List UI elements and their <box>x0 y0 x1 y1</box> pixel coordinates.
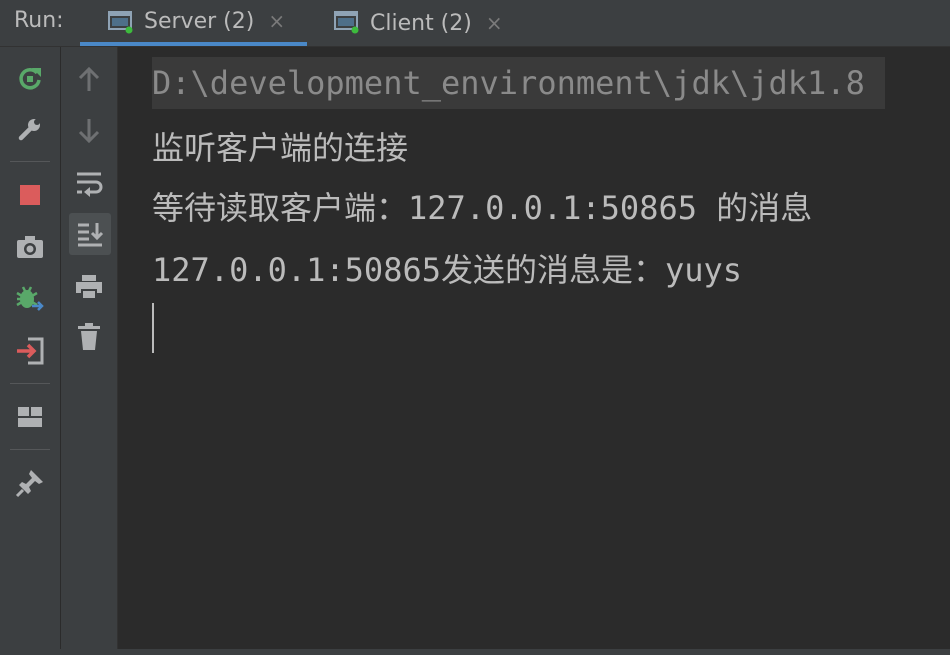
camera-icon <box>15 234 45 260</box>
close-icon[interactable]: × <box>486 11 503 35</box>
trash-icon <box>76 322 102 352</box>
console-line: 监听客户端的连接 <box>152 129 409 167</box>
console-window-icon <box>334 10 359 34</box>
clear-all-button[interactable] <box>69 317 109 357</box>
rerun-button[interactable] <box>10 59 50 99</box>
layout-button[interactable] <box>10 397 50 437</box>
run-tab-bar: Run: Server (2) × Client (2) × <box>0 0 950 47</box>
wrench-icon <box>15 114 45 144</box>
soft-wrap-icon <box>74 169 104 197</box>
tab-server[interactable]: Server (2) × <box>80 0 307 46</box>
exit-button[interactable] <box>10 331 50 371</box>
layout-icon <box>16 405 44 429</box>
pin-icon <box>15 468 45 498</box>
debug-button[interactable] <box>10 279 50 319</box>
exit-icon <box>15 336 45 366</box>
console-output[interactable]: D:\development_environment\jdk\jdk1.8 监听… <box>118 47 950 655</box>
scroll-to-end-icon <box>75 220 105 248</box>
previous-occurrence-button[interactable] <box>69 59 109 99</box>
run-tool-window: Run: Server (2) × Client (2) × D:\develo… <box>0 0 950 655</box>
tab-client[interactable]: Client (2) × <box>306 0 526 46</box>
pin-tab-button[interactable] <box>10 463 50 503</box>
arrow-up-icon <box>76 65 102 93</box>
run-toolbar-primary <box>0 47 61 655</box>
tab-server-title: Server (2) <box>144 8 255 34</box>
arrow-down-icon <box>76 117 102 145</box>
console-window-icon <box>108 10 133 34</box>
settings-button[interactable] <box>10 109 50 149</box>
rerun-icon <box>15 64 45 94</box>
dump-threads-button[interactable] <box>10 227 50 267</box>
run-label: Run: <box>14 8 64 33</box>
text-caret <box>152 303 154 353</box>
console-line: 等待读取客户端：127.0.0.1:50865 的消息 <box>152 189 813 227</box>
debug-bug-icon <box>14 284 46 314</box>
toolbar-separator <box>10 161 50 162</box>
console-command-line: D:\development_environment\jdk\jdk1.8 <box>152 57 885 109</box>
tab-client-title: Client (2) <box>370 10 472 36</box>
bottom-border <box>0 649 950 655</box>
toolbar-separator <box>10 449 50 450</box>
soft-wrap-button[interactable] <box>69 163 109 203</box>
next-occurrence-button[interactable] <box>69 111 109 151</box>
print-icon <box>74 273 104 301</box>
print-button[interactable] <box>69 267 109 307</box>
stop-icon <box>18 183 42 207</box>
console-line: 127.0.0.1:50865发送的消息是：yuys <box>152 251 743 289</box>
toolbar-separator <box>10 383 50 384</box>
close-icon[interactable]: × <box>268 9 285 33</box>
scroll-to-end-button[interactable] <box>69 213 111 255</box>
stop-button[interactable] <box>10 175 50 215</box>
run-toolbar-secondary <box>61 47 118 655</box>
